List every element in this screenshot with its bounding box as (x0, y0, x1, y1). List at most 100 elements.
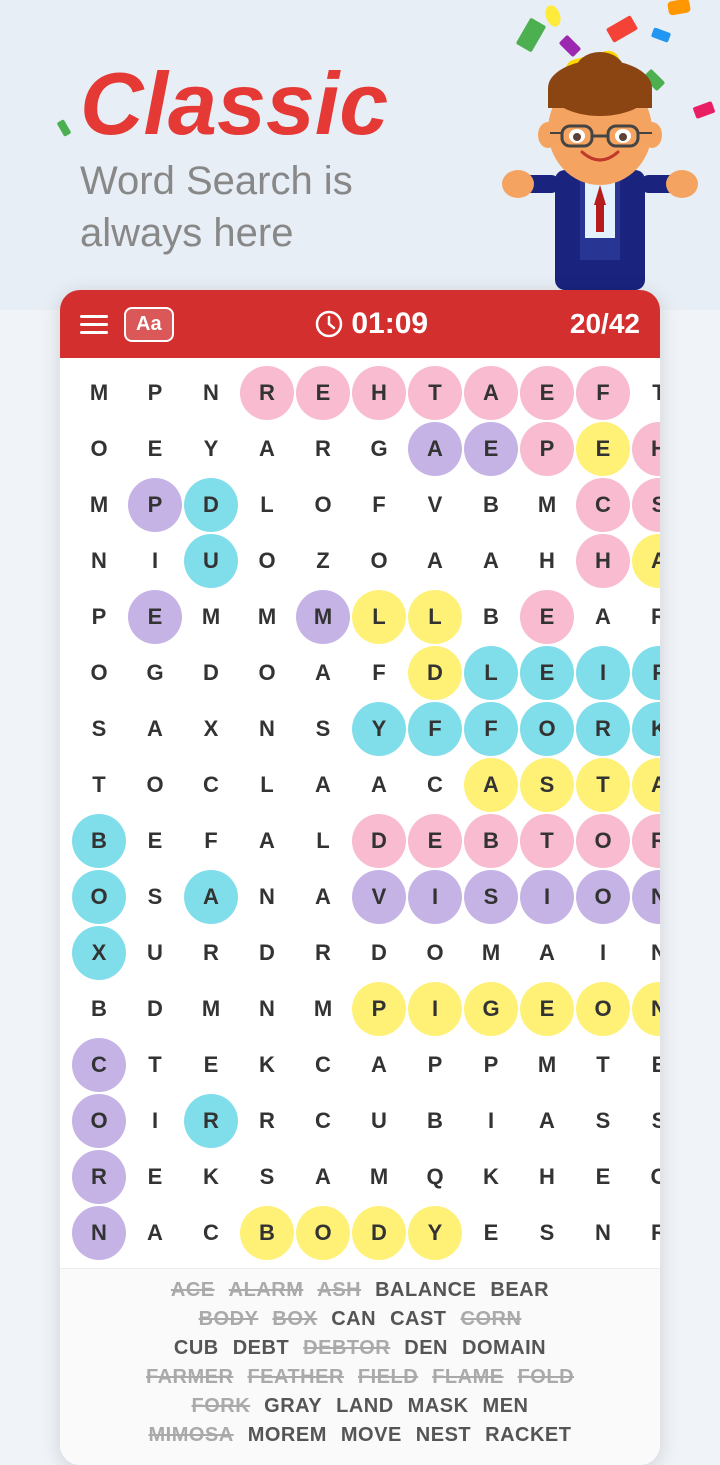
grid-cell[interactable]: G (464, 982, 518, 1036)
grid-cell[interactable]: H (632, 422, 660, 476)
grid-cell[interactable]: V (408, 478, 462, 532)
grid-cell[interactable]: I (128, 534, 182, 588)
grid-cell[interactable]: S (632, 1094, 660, 1148)
grid-cell[interactable]: K (240, 1038, 294, 1092)
grid-cell[interactable]: D (352, 926, 406, 980)
grid-cell[interactable]: E (128, 422, 182, 476)
grid-cell[interactable]: A (632, 758, 660, 812)
grid-cell[interactable]: A (632, 534, 660, 588)
grid-cell[interactable]: S (464, 870, 518, 924)
grid-cell[interactable]: A (408, 534, 462, 588)
grid-cell[interactable]: X (72, 926, 126, 980)
grid-cell[interactable]: S (72, 702, 126, 756)
grid-cell[interactable]: T (576, 758, 630, 812)
grid-cell[interactable]: T (72, 758, 126, 812)
grid-cell[interactable]: E (576, 422, 630, 476)
grid-cell[interactable]: M (464, 926, 518, 980)
grid-cell[interactable]: T (576, 1038, 630, 1092)
grid-cell[interactable]: L (296, 814, 350, 868)
grid-cell[interactable]: M (184, 982, 238, 1036)
grid-cell[interactable]: O (72, 646, 126, 700)
grid-cell[interactable]: L (240, 478, 294, 532)
grid-cell[interactable]: F (464, 702, 518, 756)
grid-cell[interactable]: A (576, 590, 630, 644)
grid-cell[interactable]: S (576, 1094, 630, 1148)
grid-cell[interactable]: I (464, 1094, 518, 1148)
grid-cell[interactable]: E (520, 590, 574, 644)
grid-cell[interactable]: L (240, 758, 294, 812)
grid-cell[interactable]: F (408, 702, 462, 756)
grid-cell[interactable]: S (240, 1150, 294, 1204)
grid-cell[interactable]: E (408, 814, 462, 868)
grid-cell[interactable]: F (184, 814, 238, 868)
grid-cell[interactable]: N (240, 702, 294, 756)
grid-cell[interactable]: O (296, 1206, 350, 1260)
grid-cell[interactable]: A (464, 534, 518, 588)
grid-cell[interactable]: A (128, 1206, 182, 1260)
grid-cell[interactable]: N (632, 870, 660, 924)
grid-cell[interactable]: I (408, 982, 462, 1036)
grid-cell[interactable]: P (408, 1038, 462, 1092)
grid-cell[interactable]: N (240, 870, 294, 924)
grid-cell[interactable]: I (128, 1094, 182, 1148)
grid-cell[interactable]: I (576, 926, 630, 980)
grid-cell[interactable]: C (184, 758, 238, 812)
grid-cell[interactable]: A (520, 1094, 574, 1148)
grid-cell[interactable]: K (464, 1150, 518, 1204)
grid-cell[interactable]: L (408, 590, 462, 644)
grid-cell[interactable]: P (128, 366, 182, 420)
grid-cell[interactable]: A (240, 814, 294, 868)
grid-cell[interactable]: B (464, 590, 518, 644)
grid-cell[interactable]: A (296, 758, 350, 812)
grid-cell[interactable]: R (632, 814, 660, 868)
grid-cell[interactable]: P (128, 478, 182, 532)
grid-cell[interactable]: F (352, 646, 406, 700)
grid-cell[interactable]: M (352, 1150, 406, 1204)
grid-cell[interactable]: O (72, 422, 126, 476)
grid-cell[interactable]: V (352, 870, 406, 924)
grid-cell[interactable]: O (632, 1150, 660, 1204)
grid-cell[interactable]: N (184, 366, 238, 420)
grid-cell[interactable]: A (128, 702, 182, 756)
grid-cell[interactable]: E (520, 982, 574, 1036)
grid-cell[interactable]: I (408, 870, 462, 924)
grid-cell[interactable]: Z (296, 534, 350, 588)
grid-cell[interactable]: D (240, 926, 294, 980)
grid-cell[interactable]: L (352, 590, 406, 644)
grid-cell[interactable]: A (296, 1150, 350, 1204)
grid-cell[interactable]: H (352, 366, 406, 420)
grid-cell[interactable]: N (72, 1206, 126, 1260)
grid-cell[interactable]: F (632, 646, 660, 700)
grid-cell[interactable]: L (464, 646, 518, 700)
grid-cell[interactable]: R (184, 1094, 238, 1148)
grid-cell[interactable]: B (72, 814, 126, 868)
grid-cell[interactable]: A (352, 758, 406, 812)
grid-cell[interactable]: S (632, 478, 660, 532)
grid-cell[interactable]: B (408, 1094, 462, 1148)
grid-cell[interactable]: E (464, 422, 518, 476)
grid-cell[interactable]: M (72, 478, 126, 532)
grid-cell[interactable]: O (576, 870, 630, 924)
grid-cell[interactable]: E (520, 366, 574, 420)
grid-cell[interactable]: C (296, 1038, 350, 1092)
grid-cell[interactable]: E (128, 590, 182, 644)
grid-cell[interactable]: K (632, 702, 660, 756)
grid-cell[interactable]: N (240, 982, 294, 1036)
grid-cell[interactable]: G (128, 646, 182, 700)
grid-cell[interactable]: R (576, 702, 630, 756)
grid-cell[interactable]: A (240, 422, 294, 476)
grid-cell[interactable]: P (352, 982, 406, 1036)
grid-cell[interactable]: I (576, 646, 630, 700)
grid-cell[interactable]: E (464, 1206, 518, 1260)
grid-cell[interactable]: O (408, 926, 462, 980)
grid-cell[interactable]: U (128, 926, 182, 980)
grid-cell[interactable]: C (184, 1206, 238, 1260)
grid-cell[interactable]: P (464, 1038, 518, 1092)
grid-cell[interactable]: O (72, 1094, 126, 1148)
grid-cell[interactable]: C (72, 1038, 126, 1092)
grid-cell[interactable]: F (352, 478, 406, 532)
grid-cell[interactable]: B (240, 1206, 294, 1260)
grid-cell[interactable]: Y (184, 422, 238, 476)
grid-cell[interactable]: M (520, 478, 574, 532)
grid-cell[interactable]: B (464, 814, 518, 868)
